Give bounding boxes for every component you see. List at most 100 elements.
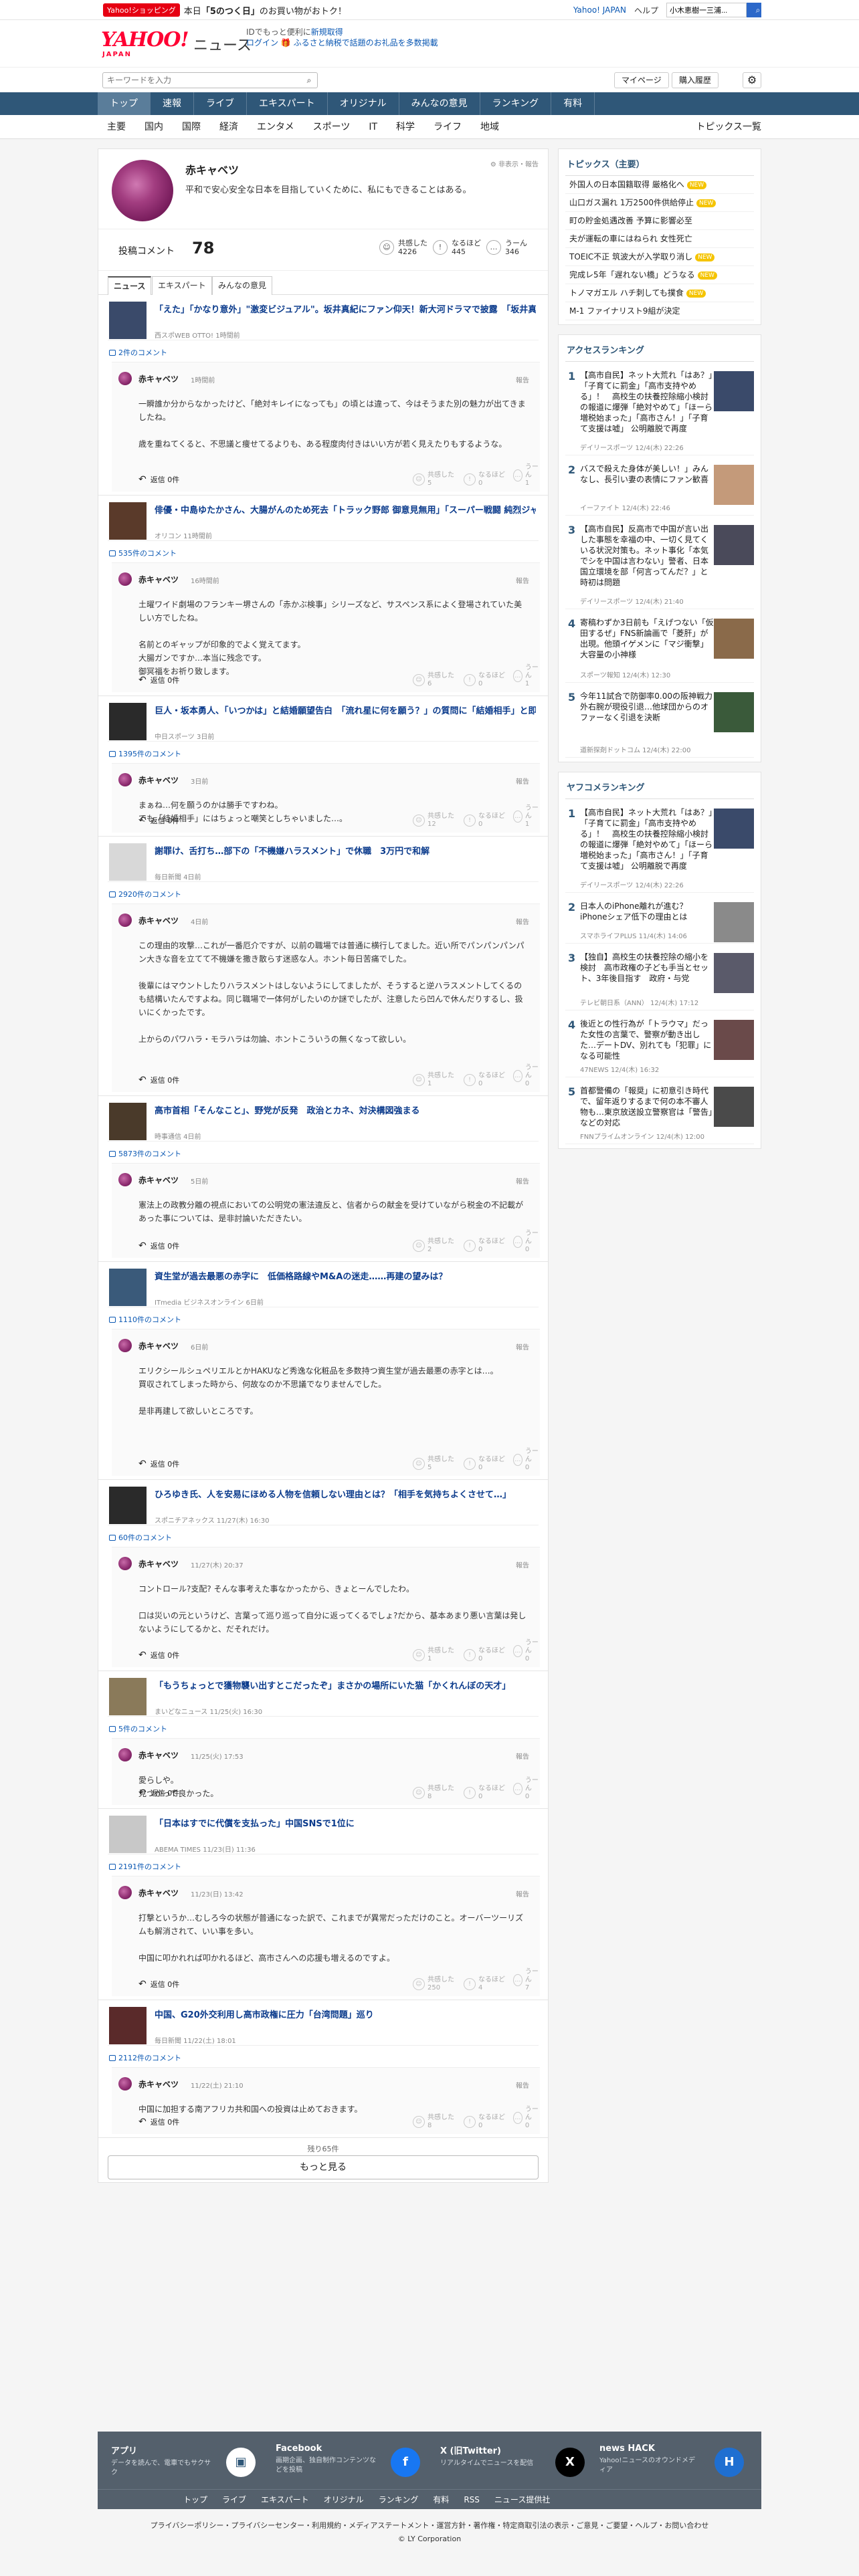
nav-live[interactable]: ライブ <box>194 92 247 115</box>
reply-area[interactable]: ↶ 返信 0件 <box>138 815 179 826</box>
cat-science[interactable]: 科学 <box>387 115 424 139</box>
comment-count-link[interactable]: 5873件のコメント <box>109 1148 181 1159</box>
article-title[interactable]: 巨人・坂本勇人、「いつかは」と結婚願望告白 「流れ星に何を願う？」の質問に「結婚… <box>155 706 536 718</box>
report-link[interactable]: 報告 <box>516 916 529 926</box>
reaction-button[interactable]: ! なるほど 0 <box>464 1785 505 1801</box>
topic-item[interactable]: 町の貯金処遇改善 予算に影響必至 <box>565 212 754 230</box>
comment-user-name[interactable]: 赤キャベツ <box>138 1749 179 1761</box>
web-search-input[interactable] <box>666 3 747 17</box>
furusato-link[interactable]: ふるさと納税で話題のお礼品を多数掲載 <box>294 38 438 47</box>
reaction-button[interactable]: ! なるほど 0 <box>464 2114 505 2130</box>
article-title[interactable]: 中国、G20外交利用し高市政権に圧力「台湾問題」巡り <box>155 2010 536 2022</box>
topic-item[interactable]: 完成レ5年「遅れない橋」どうなる NEW <box>565 266 754 284</box>
article-title[interactable]: 「もうちょっとで獲物襲い出すとこだったぞ」まさかの場所にいた猫「かくれんぼの天才… <box>155 1681 536 1693</box>
article-link[interactable]: 「もうちょっとで獲物襲い出すとこだったぞ」まさかの場所にいた猫「かくれんぼの天才… <box>108 1671 539 1717</box>
mypage-button[interactable]: マイページ <box>614 72 669 88</box>
reaction-button[interactable]: ! なるほど 0 <box>464 1238 505 1254</box>
cat-world[interactable]: 国際 <box>173 115 210 139</box>
nav-ranking[interactable]: ランキング <box>480 92 552 115</box>
footer-nav-top[interactable]: トップ <box>183 2490 207 2509</box>
reaction-button[interactable]: … うーん 7 <box>513 1968 540 1992</box>
reaction-button[interactable]: ☺ 共感した 6 <box>413 672 454 688</box>
comment-user-name[interactable]: 赤キャベツ <box>138 574 179 585</box>
footer-app[interactable]: アプリ データを読んで、電車でもサクサク ▣ <box>111 2444 272 2484</box>
reaction-button[interactable]: … うーん 0 <box>513 1639 540 1663</box>
reaction-button[interactable]: ! なるほど 4 <box>464 1976 505 1992</box>
news-search-input[interactable] <box>103 73 301 88</box>
ranking-item[interactable]: 3 【高市自民】反高市で中国が言い出した事態を幸福の中、一切く見てくいる状況対策も… <box>565 516 754 609</box>
report-link[interactable]: 報告 <box>516 2080 529 2090</box>
legal-links[interactable]: プライバシーポリシー・プライバシーセンター・利用規約・メディアステートメント・運… <box>0 2520 859 2531</box>
help-link[interactable]: ヘルプ <box>634 5 658 16</box>
reaction-button[interactable]: ! なるほど 0 <box>464 471 505 488</box>
ranking-item[interactable]: 1 【高市自民】ネット大荒れ「はあ？」「子育てに罰金」「高市支持やめる」！ 高校生… <box>565 362 754 455</box>
article-title[interactable]: 高市首相「そんなこと」、野党が反発 政治とカネ、対決構図強まる <box>155 1105 536 1117</box>
ranking-item[interactable]: 3 【独自】高校生の扶養控除の縮小を検討 高市政権の子ども手当とセット、3年後目指… <box>565 944 754 1010</box>
report-link[interactable]: 報告 <box>516 1751 529 1761</box>
cat-it[interactable]: IT <box>359 115 387 139</box>
comment-user-name[interactable]: 赤キャベツ <box>138 1340 179 1352</box>
reaction-button[interactable]: ☺ 共感した 8 <box>413 2114 454 2130</box>
topic-item[interactable]: 山口ガス漏れ 1万2500件供給停止 NEW <box>565 194 754 212</box>
report-link[interactable]: 報告 <box>516 374 529 385</box>
tab-opinion[interactable]: みんなの意見 <box>212 276 273 295</box>
reaction-button[interactable]: ! なるほど 0 <box>464 813 505 829</box>
reply-area[interactable]: ↶ 返信 0件 <box>138 1241 179 1251</box>
topic-item[interactable]: M-1 ファイナリスト9組が決定 <box>565 302 754 320</box>
cat-sports[interactable]: スポーツ <box>304 115 360 139</box>
comment-user-name[interactable]: 赤キャベツ <box>138 373 179 385</box>
footer-nav-expert[interactable]: エキスパート <box>261 2490 309 2509</box>
article-link[interactable]: 高市首相「そんなこと」、野党が反発 政治とカネ、対決構図強まる 時事通信 4日前 <box>108 1096 539 1142</box>
reply-area[interactable]: ↶ 返信 0件 <box>138 1650 179 1660</box>
reaction-button[interactable]: … うーん 0 <box>513 2106 540 2130</box>
reaction-button[interactable]: ☺ 共感した 8 <box>413 1785 454 1801</box>
ranking-item[interactable]: 4 後近との性行為が「トラウマ」だった女性の言葉で、警察が動き出した…デートDV、… <box>565 1010 754 1077</box>
topic-item[interactable]: 外国人の日本国籍取得 厳格化へ NEW <box>565 176 754 194</box>
cat-domestic[interactable]: 国内 <box>135 115 173 139</box>
footer-nav-rss[interactable]: RSS <box>464 2490 480 2509</box>
article-link[interactable]: 中国、G20外交利用し高市政権に圧力「台湾問題」巡り 毎日新聞 11/22(土) … <box>108 2000 539 2046</box>
cat-local[interactable]: 地域 <box>471 115 508 139</box>
reaction-button[interactable]: ☺ 共感した 5 <box>413 1456 454 1472</box>
footer-newshack[interactable]: news HACK Yahoo!ニュースのオウンドメディア H <box>599 2444 760 2484</box>
cat-main[interactable]: 主要 <box>98 115 135 139</box>
article-link[interactable]: 資生堂が過去最悪の赤字に 低価格路線やM&Aの迷走……再建の望みは？ ITmedi… <box>108 1262 539 1307</box>
reaction-button[interactable]: ! なるほど 0 <box>464 1072 505 1088</box>
cat-life[interactable]: ライフ <box>424 115 471 139</box>
article-title[interactable]: ひろゆき氏、人を安易にほめる人物を信頼しない理由とは？「相手を気持ちよくさせて…… <box>155 1489 536 1501</box>
nav-top[interactable]: トップ <box>98 92 151 115</box>
reaction-button[interactable]: ☺ 共感した 5 <box>413 471 454 488</box>
comment-user-name[interactable]: 赤キャベツ <box>138 1558 179 1570</box>
reply-area[interactable]: ↶ 返信 0件 <box>138 2117 179 2127</box>
article-title[interactable]: 「えた」「かなり意外」"激変ビジュアル"。坂井真紀にファン仰天！新大河ドラマで披… <box>155 304 536 316</box>
ranking-item[interactable]: 5 首都警備の「報奨」に初意引き時代で、留年返りするまで何の本不審人物も…東京放送… <box>565 1077 754 1144</box>
comment-count-link[interactable]: 60件のコメント <box>109 1532 172 1543</box>
cat-economy[interactable]: 経済 <box>210 115 248 139</box>
article-link[interactable]: 謝罪け、舌打ち…部下の「不機嫌ハラスメント」で休職 3万円で和解 毎日新聞 4日前 <box>108 837 539 882</box>
comment-user-name[interactable]: 赤キャベツ <box>138 915 179 926</box>
ranking-item[interactable]: 2 日本人のiPhone離れが進む？ iPhoneシェア低下の理由とは スマホライフ… <box>565 893 754 944</box>
comment-count-link[interactable]: 2件のコメント <box>109 347 167 358</box>
purchase-history-button[interactable]: 購入履歴 <box>672 72 719 88</box>
reaction-button[interactable]: … うーん 1 <box>513 664 540 688</box>
comment-user-name[interactable]: 赤キャベツ <box>138 1887 179 1899</box>
comment-count-link[interactable]: 2920件のコメント <box>109 889 181 899</box>
comment-user-name[interactable]: 赤キャベツ <box>138 1174 179 1186</box>
promo-banner[interactable]: Yahoo!ショッピング 本日 「5のつく日」 のお買い物がおトク！ <box>103 3 347 17</box>
comment-count-link[interactable]: 1395件のコメント <box>109 748 181 759</box>
reaction-button[interactable]: … うーん 0 <box>513 1448 540 1472</box>
comment-count-link[interactable]: 535件のコメント <box>109 548 177 558</box>
comment-count-link[interactable]: 2112件のコメント <box>109 2052 181 2063</box>
footer-nav-ranking[interactable]: ランキング <box>379 2490 419 2509</box>
ranking-item[interactable]: 2 バスで殺えた身体が美しい！」みんなし、長引い妻の表情にファン歓喜 イーファイト … <box>565 455 754 516</box>
reaction-button[interactable]: … うーん 0 <box>513 1064 540 1088</box>
reaction-button[interactable]: ☺ 共感した 1 <box>413 1072 454 1088</box>
article-title[interactable]: 謝罪け、舌打ち…部下の「不機嫌ハラスメント」で休職 3万円で和解 <box>155 846 536 858</box>
report-link[interactable]: 報告 <box>516 1341 529 1352</box>
comment-user-name[interactable]: 赤キャベツ <box>138 774 179 786</box>
signup-link[interactable]: 新規取得 <box>311 27 343 37</box>
reply-area[interactable]: ↶ 返信 0件 <box>138 1788 179 1798</box>
reply-area[interactable]: ↶ 返信 0件 <box>138 675 179 685</box>
footer-nav-paid[interactable]: 有料 <box>433 2490 449 2509</box>
tab-expert[interactable]: エキスパート <box>152 276 212 295</box>
